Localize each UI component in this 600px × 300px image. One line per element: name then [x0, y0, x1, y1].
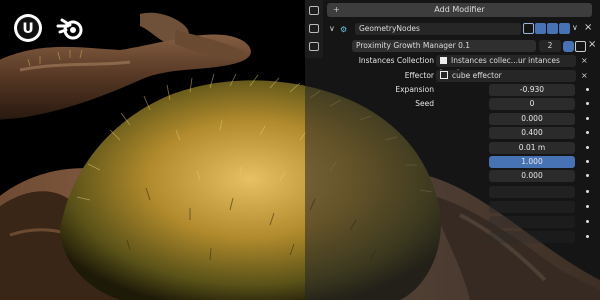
- input-field-7[interactable]: 0.01 m: [489, 142, 575, 154]
- node-group-name: Proximity Growth Manager 0.1: [356, 41, 471, 50]
- add-modifier-label: Add Modifier: [434, 5, 485, 14]
- input-value-6: 0.400: [521, 128, 543, 137]
- modifier-name: GeometryNodes: [359, 24, 420, 33]
- input-10-keyframe-dot[interactable]: [586, 190, 589, 193]
- input-9-keyframe-dot[interactable]: [586, 174, 589, 177]
- input-label-instances-collection: Instances Collection: [358, 56, 434, 65]
- output-icon[interactable]: [309, 42, 319, 51]
- svg-text:U: U: [22, 21, 33, 37]
- tool-icon[interactable]: [309, 6, 319, 15]
- clear-effector-close-icon[interactable]: ×: [581, 70, 588, 82]
- input-value-9: 0.000: [521, 171, 543, 180]
- fake-user-shield-icon[interactable]: [563, 41, 574, 52]
- seed-keyframe-dot[interactable]: [586, 102, 589, 105]
- node-group-field[interactable]: Proximity Growth Manager 0.1: [352, 40, 536, 52]
- input-6-keyframe-dot[interactable]: [586, 131, 589, 134]
- geometry-nodes-icon: ⚙: [340, 25, 348, 34]
- render-icon[interactable]: [309, 24, 319, 33]
- seed-field[interactable]: 0: [489, 98, 575, 110]
- input-field-5[interactable]: 0.000: [489, 113, 575, 125]
- input-field-13[interactable]: [489, 231, 575, 243]
- object-icon: [440, 71, 448, 79]
- close-icon[interactable]: ×: [584, 22, 592, 33]
- user-count-field[interactable]: 2: [539, 40, 561, 52]
- input-value-5: 0.000: [521, 114, 543, 123]
- effector-field[interactable]: cube effector: [436, 70, 576, 82]
- input-11-keyframe-dot[interactable]: [586, 205, 589, 208]
- input-7-keyframe-dot[interactable]: [586, 146, 589, 149]
- input-field-11[interactable]: [489, 201, 575, 213]
- input-field-10[interactable]: [489, 186, 575, 198]
- dropdown-chevron-icon[interactable]: ∨: [572, 23, 578, 32]
- effector-value: cube effector: [452, 71, 502, 80]
- realtime-toggle-icon[interactable]: [547, 23, 558, 34]
- clear-collection-close-icon[interactable]: ×: [581, 55, 588, 67]
- plus-icon: +: [333, 5, 340, 14]
- edit-mode-toggle-icon[interactable]: [523, 23, 534, 34]
- input-field-9[interactable]: 0.000: [489, 170, 575, 182]
- modifier-header: ∨ ⚙ GeometryNodes ∨ ×: [327, 22, 597, 37]
- input-13-keyframe-dot[interactable]: [586, 235, 589, 238]
- unreal-logo: U: [14, 14, 42, 42]
- collection-icon: [440, 57, 447, 64]
- user-count: 2: [547, 41, 553, 50]
- expansion-keyframe-dot[interactable]: [586, 88, 589, 91]
- blender-logo: [56, 18, 83, 40]
- input-value-8: 1.000: [521, 157, 543, 166]
- modifier-name-field[interactable]: GeometryNodes: [355, 23, 521, 35]
- expansion-value: -0.930: [519, 85, 545, 94]
- render-toggle-icon[interactable]: [559, 23, 570, 34]
- properties-panel: + Add Modifier ∨ ⚙ GeometryNodes ∨ × Pro…: [305, 0, 600, 300]
- unlink-close-icon[interactable]: ×: [588, 39, 596, 50]
- add-modifier-button[interactable]: + Add Modifier: [327, 3, 592, 17]
- input-5-keyframe-dot[interactable]: [586, 117, 589, 120]
- on-cage-toggle-icon[interactable]: [535, 23, 546, 34]
- input-label-expansion: Expansion: [395, 85, 434, 94]
- input-field-12[interactable]: [489, 216, 575, 228]
- input-label-seed: Seed: [415, 99, 434, 108]
- expansion-field[interactable]: -0.930: [489, 84, 575, 96]
- duplicate-icon[interactable]: [575, 41, 586, 52]
- seed-value: 0: [529, 99, 535, 108]
- instances-collection-field[interactable]: Instances collec...ur intances here): [436, 55, 576, 77]
- properties-tab-strip: [305, 0, 323, 58]
- input-8-keyframe-dot[interactable]: [586, 160, 589, 163]
- input-field-8[interactable]: 1.000: [489, 156, 575, 168]
- input-value-7: 0.01 m: [518, 143, 546, 152]
- input-label-effector: Effector: [404, 71, 434, 80]
- input-field-6[interactable]: 0.400: [489, 127, 575, 139]
- input-12-keyframe-dot[interactable]: [586, 220, 589, 223]
- collapse-chevron-icon[interactable]: ∨: [329, 24, 335, 33]
